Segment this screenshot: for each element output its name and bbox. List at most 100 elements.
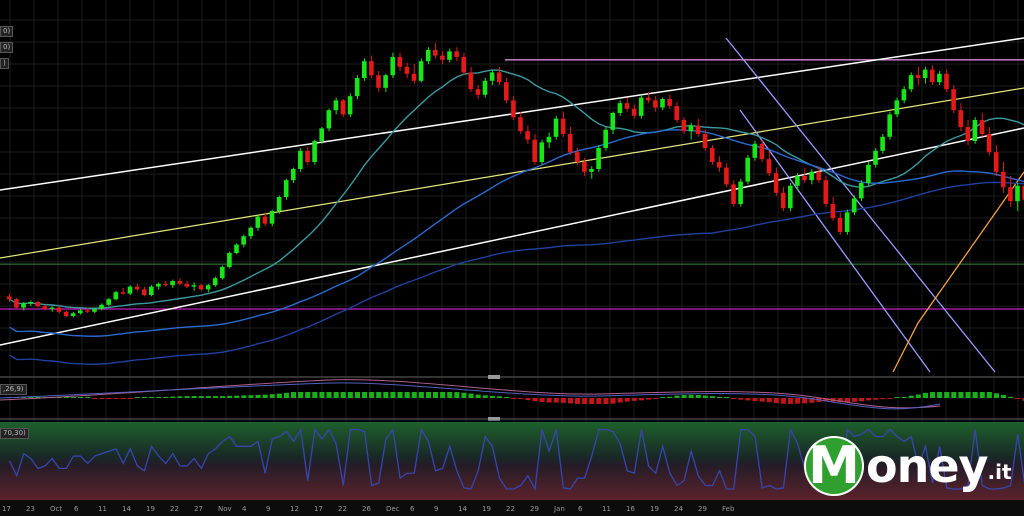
macd-bar <box>376 392 382 398</box>
candle-body <box>724 167 729 185</box>
candle-body <box>340 100 346 115</box>
candle-body <box>163 283 168 286</box>
macd-bar <box>482 395 488 398</box>
candle-body <box>468 72 474 90</box>
candle-body <box>915 75 921 78</box>
candle-body <box>944 73 949 90</box>
x-tick-label: 17 <box>314 505 323 513</box>
panel-separator-1 <box>0 376 1024 378</box>
candle-body <box>461 57 466 73</box>
candle-body <box>823 180 829 204</box>
macd-bar <box>411 392 417 398</box>
macd-bar <box>567 398 573 404</box>
candle-body <box>127 286 133 294</box>
candle-body <box>908 75 914 90</box>
macd-bar <box>447 392 453 398</box>
candle-body <box>106 299 111 305</box>
candle-body <box>986 134 992 153</box>
macd-bar <box>972 392 978 398</box>
x-tick-label: 26 <box>362 505 371 513</box>
candle-body <box>922 69 928 78</box>
candle-body <box>42 306 48 309</box>
x-tick-label: 9 <box>434 505 438 513</box>
x-tick-label: 11 <box>98 505 107 513</box>
candle-body <box>418 61 424 81</box>
macd-bar <box>390 392 396 398</box>
macd-bar <box>780 398 786 404</box>
macd-bar <box>603 398 609 404</box>
candle-body <box>120 292 126 294</box>
macd-bar <box>511 398 517 399</box>
macd-bar <box>965 392 971 398</box>
candle-body <box>894 100 900 115</box>
x-tick-label: 27 <box>194 505 203 513</box>
axis-label-3: ) <box>0 58 9 69</box>
candle-body <box>752 143 758 158</box>
candle-body <box>113 292 119 300</box>
candle-body <box>795 176 800 186</box>
macd-bar <box>937 392 943 398</box>
x-tick-label: 9 <box>266 505 270 513</box>
macd-bar <box>269 394 275 398</box>
candle-body <box>56 307 62 312</box>
macd-bar <box>312 392 318 398</box>
candle-body <box>596 148 601 169</box>
x-tick-label: 19 <box>482 505 491 513</box>
candle-body <box>511 100 516 118</box>
macd-bar <box>617 398 623 403</box>
candle-body <box>212 278 218 286</box>
candle-body <box>141 289 147 295</box>
macd-bar <box>1001 394 1007 398</box>
macd-bar <box>262 394 268 398</box>
candle-body <box>354 78 360 97</box>
candle-body <box>951 89 956 111</box>
candle-body <box>362 61 367 78</box>
macd-bar <box>454 392 460 398</box>
macd-bar <box>887 398 893 399</box>
candle-body <box>745 157 750 182</box>
macd-bar <box>589 398 595 404</box>
macd-bar <box>638 398 644 401</box>
x-tick-label: 29 <box>530 505 539 513</box>
macd-bar <box>844 398 850 403</box>
x-tick-label: 6 <box>410 505 415 513</box>
axis-label-2: 0) <box>0 42 14 53</box>
candle-body <box>816 171 821 181</box>
candle-body <box>993 152 999 172</box>
macd-bar <box>553 398 559 403</box>
candle-body <box>901 89 907 101</box>
rsi-label: 70,30) <box>0 428 29 439</box>
axis-label-1: 0) <box>0 26 14 37</box>
candle-body <box>546 136 552 143</box>
candle-body <box>283 180 289 197</box>
macd-bar <box>894 397 900 398</box>
macd-bar <box>354 392 360 398</box>
macd-bar <box>340 392 346 398</box>
candle-body <box>624 103 630 109</box>
candle-body <box>653 100 658 108</box>
x-tick-label: 24 <box>674 505 683 513</box>
moving-average-20 <box>9 69 1024 309</box>
candle-body <box>454 51 459 57</box>
macd-bar <box>475 394 481 398</box>
candle-body <box>383 75 388 88</box>
candle-body <box>773 173 779 193</box>
macd-bar <box>369 392 375 398</box>
macd-bar <box>859 398 865 402</box>
candle-body <box>638 97 644 116</box>
macd-bar <box>539 398 545 403</box>
macd-bar <box>702 395 708 398</box>
macd-bar <box>298 392 304 398</box>
x-tick-label: 22 <box>170 505 179 513</box>
macd-bar <box>788 398 794 404</box>
candle-body <box>291 169 296 181</box>
candle-body <box>553 118 559 137</box>
macd-bar <box>70 397 76 398</box>
candle-body <box>518 117 523 132</box>
candle-body <box>92 309 97 312</box>
macd-bar <box>695 395 701 398</box>
candle-body <box>688 125 694 132</box>
macd-bar <box>156 397 162 398</box>
candle-body <box>78 310 83 314</box>
x-tick-label: 16 <box>626 505 635 513</box>
